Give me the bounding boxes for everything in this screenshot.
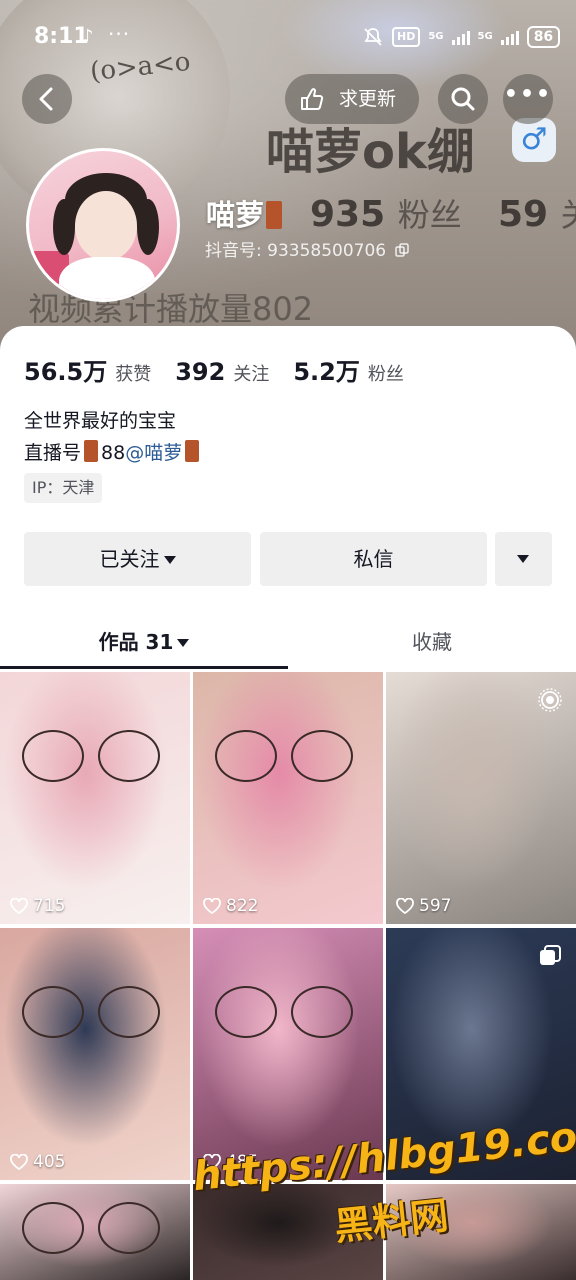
status-time: 8:11 (34, 24, 89, 49)
multi-image-icon (540, 945, 561, 965)
heart-icon (10, 1154, 28, 1170)
thumbnail-image (0, 672, 190, 924)
likes-count[interactable]: 56.5万 (24, 352, 107, 387)
hd-badge: HD (392, 27, 421, 47)
like-count: 822 (203, 896, 258, 916)
video-thumbnail[interactable]: 822 (193, 672, 383, 924)
glasses-decoration (215, 986, 277, 1038)
chevron-down-icon (177, 639, 190, 647)
bio-live-prefix: 直播号 (24, 442, 82, 464)
active-tab-indicator (0, 666, 288, 669)
search-button[interactable] (438, 74, 488, 124)
followed-label: 已关注 (99, 547, 160, 571)
copy-icon[interactable] (394, 243, 409, 257)
network-5g-1: 5G (428, 31, 444, 42)
banner-following-label: 关 (561, 196, 576, 234)
ip-location-tag: IP：天津 (24, 473, 103, 503)
more-button[interactable]: ••• (503, 74, 553, 124)
like-count-text: 405 (33, 1152, 66, 1172)
tiktok-notification-icon: ♪ (82, 26, 94, 47)
heart-icon (396, 898, 414, 914)
signal-2-icon (500, 29, 519, 45)
more-dots-icon: ••• (503, 82, 553, 107)
following-count[interactable]: 392 (175, 358, 225, 386)
message-label: 私信 (353, 547, 394, 571)
fans-count[interactable]: 5.2万 (293, 352, 360, 387)
like-count-text: 822 (226, 896, 259, 916)
door-emoji-icon (266, 201, 283, 229)
glasses-decoration (291, 730, 353, 782)
video-thumbnail[interactable]: 597 (386, 672, 576, 924)
glasses-decoration (98, 730, 160, 782)
status-bar: 8:11 ♪ ··· HD 5G 5G 86 (0, 0, 576, 64)
bio-live-number: 88 (101, 442, 126, 464)
profile-name: 喵萝 (206, 192, 283, 234)
door-emoji-icon (185, 440, 200, 462)
chevron-down-icon (517, 555, 529, 563)
thumbnail-image (193, 672, 383, 924)
avatar[interactable] (26, 148, 180, 302)
following-label: 关注 (233, 364, 270, 385)
followed-button[interactable]: 已关注 (24, 532, 251, 586)
like-count: 405 (10, 1152, 65, 1172)
back-button[interactable] (22, 74, 72, 124)
bio-line-2: 直播号 88@喵萝 (24, 438, 202, 465)
signal-1-icon (451, 29, 470, 45)
banner-following-num: 59 (498, 194, 549, 235)
tab-favorites-label: 收藏 (412, 630, 452, 654)
like-count-text: 597 (419, 896, 452, 916)
glasses-decoration (98, 986, 160, 1038)
glasses-decoration (22, 730, 84, 782)
profile-name-text: 喵萝 (206, 198, 265, 232)
like-count: 597 (396, 896, 451, 916)
profile-stats: 56.5万 获赞 392 关注 5.2万 粉丝 (24, 352, 428, 386)
glasses-decoration (98, 1202, 160, 1254)
network-5g-2: 5G (477, 31, 493, 42)
bio-line-1: 全世界最好的宝宝 (24, 410, 177, 432)
message-button[interactable]: 私信 (260, 532, 487, 586)
gender-male-icon: ♂ (512, 118, 556, 162)
status-more-icon: ··· (108, 22, 131, 46)
door-emoji-icon (84, 440, 99, 462)
tab-favorites[interactable]: 收藏 (288, 614, 576, 670)
heart-icon (203, 898, 221, 914)
like-count-text: 715 (33, 896, 66, 916)
banner-fans-num: 935 (310, 194, 386, 235)
tab-works-label: 作品 31 (98, 630, 174, 654)
thumbnail-image (0, 928, 190, 1180)
hand-pointer-icon (301, 88, 324, 110)
banner-fans: 935 粉丝 (310, 190, 462, 236)
video-thumbnail[interactable] (0, 1184, 190, 1280)
back-arrow-icon (39, 87, 53, 111)
like-count: 715 (10, 896, 65, 916)
video-thumbnail[interactable]: 405 (0, 928, 190, 1180)
glasses-decoration (215, 730, 277, 782)
glasses-decoration (22, 1202, 84, 1254)
fans-label: 粉丝 (367, 364, 404, 385)
status-right-group: HD 5G 5G 86 (362, 26, 561, 48)
banner-following: 59 关 (498, 190, 576, 236)
avatar-body (59, 257, 155, 299)
request-update-label: 求更新 (339, 88, 397, 110)
recommend-dropdown-button[interactable] (495, 532, 552, 586)
douyin-id-text: 抖音号: 93358500706 (205, 241, 387, 261)
request-update-button[interactable]: 求更新 (285, 74, 419, 124)
douyin-id[interactable]: 抖音号: 93358500706 (205, 236, 409, 261)
bio-mention-link[interactable]: @喵萝 (125, 442, 182, 464)
battery-indicator: 86 (526, 26, 561, 48)
likes-label: 获赞 (115, 364, 152, 385)
glasses-decoration (22, 986, 84, 1038)
heart-icon (10, 898, 28, 914)
glasses-decoration (291, 986, 353, 1038)
tab-works[interactable]: 作品 31 (0, 614, 288, 670)
banner-fans-label: 粉丝 (397, 196, 462, 234)
avatar-face (75, 191, 137, 261)
video-thumbnail[interactable]: 715 (0, 672, 190, 924)
search-icon (451, 87, 475, 111)
mute-icon (364, 28, 382, 46)
chevron-down-icon (163, 556, 176, 564)
live-photo-icon (538, 688, 562, 712)
